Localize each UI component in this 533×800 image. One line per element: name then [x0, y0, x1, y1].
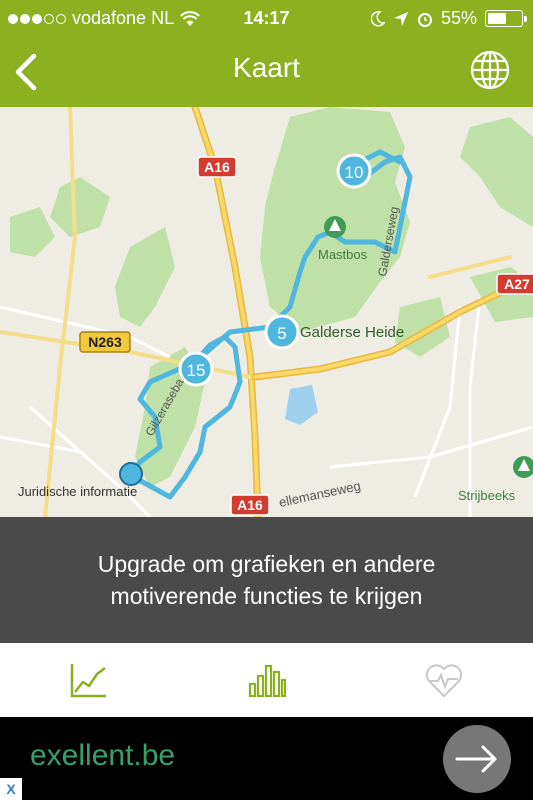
marker-label: 10 [345, 163, 364, 182]
page-title: Kaart [233, 52, 300, 83]
forest-east [460, 117, 533, 227]
park-icon [513, 456, 533, 478]
upgrade-text: Upgrade om grafieken en andere motiveren… [97, 551, 436, 609]
road-label: A16 [204, 159, 230, 175]
marker-label: 15 [187, 361, 206, 380]
highways [0, 107, 533, 517]
map-canvas[interactable]: 10 5 15 A16 A16 A27 N263 Mastbos Galders… [0, 107, 533, 517]
ad-banner[interactable]: exellent.be X [0, 717, 533, 800]
arrow-right-icon [455, 745, 497, 773]
battery-icon [485, 10, 527, 27]
line-chart-icon [70, 664, 106, 698]
road-shield-a27: A27 [496, 273, 533, 295]
road-shield-n263: N263 [79, 331, 131, 353]
marker-15[interactable]: 15 [178, 351, 214, 387]
place-label: Mastbos [318, 247, 368, 262]
marker-10[interactable]: 10 [336, 153, 372, 189]
tab-line-chart[interactable] [0, 643, 178, 717]
ad-arrow-button[interactable] [443, 725, 511, 793]
battery-percentage: 55% [440, 8, 477, 28]
marker-5[interactable]: 5 [264, 314, 300, 350]
tab-heart-rate[interactable] [355, 643, 533, 717]
road-shield-a16-north: A16 [197, 156, 237, 178]
bar-chart-icon [248, 664, 286, 698]
battery-fill [488, 13, 506, 24]
tab-bar [0, 643, 533, 717]
location-arrow-icon [393, 11, 408, 26]
ad-close-badge[interactable]: X [0, 778, 22, 800]
forest-west-3 [115, 227, 175, 327]
alarm-icon [417, 12, 432, 27]
road-label: N263 [88, 334, 122, 350]
globe-button[interactable] [469, 49, 511, 91]
place-label: Strijbeeks [458, 488, 516, 503]
place-label: Galderse Heide [300, 324, 404, 341]
legal-info-link[interactable]: Juridische informatie [18, 484, 137, 499]
heart-rate-icon [426, 664, 463, 697]
forest-areas [10, 107, 533, 487]
road-shield-a16-south: A16 [230, 494, 270, 516]
forest-west-2 [10, 207, 55, 257]
upgrade-banner[interactable]: Upgrade om grafieken en andere motiveren… [0, 517, 533, 643]
forest-west-1 [50, 177, 110, 237]
start-point[interactable] [119, 462, 143, 486]
lake [285, 385, 318, 425]
globe-icon [470, 50, 510, 90]
marker-label: 5 [277, 324, 286, 343]
ad-text[interactable]: exellent.be [30, 739, 175, 773]
park-icon [324, 216, 346, 238]
tab-bar-chart[interactable] [178, 643, 356, 717]
status-right: 55% [370, 8, 527, 29]
road-label: A16 [237, 497, 263, 513]
navigation-bar: vodafone NL 14:17 55% Kaart [0, 0, 533, 107]
route-map[interactable]: 10 5 15 A16 A16 A27 N263 Mastbos Galders… [0, 107, 533, 517]
road-label: A27 [504, 276, 530, 292]
moon-icon [370, 10, 385, 27]
place-label: ellemanseweg [278, 478, 362, 510]
status-bar: vodafone NL 14:17 55% [0, 0, 533, 38]
